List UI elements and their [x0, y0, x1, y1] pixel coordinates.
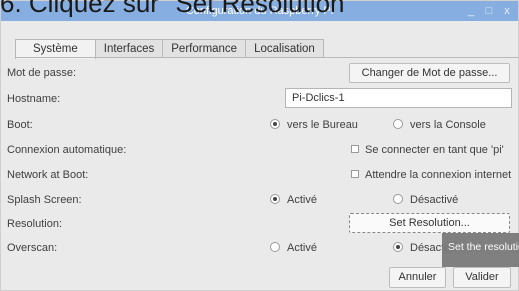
radio-selected-icon — [393, 242, 403, 252]
tutorial-caption: 6. Cliquez sur "Set Resolution" — [0, 0, 354, 17]
hostname-input[interactable]: Pi-Dclics-1 — [285, 88, 512, 108]
boot-desktop-label: vers le Bureau — [287, 119, 358, 131]
boot-desktop-radio[interactable]: vers le Bureau — [270, 118, 358, 132]
tab-systeme[interactable]: Système — [15, 39, 96, 59]
ok-button[interactable]: Valider — [453, 267, 511, 288]
tab-bar: Système Interfaces Performance Localisat… — [15, 39, 324, 59]
splash-disabled-label: Désactivé — [410, 194, 459, 206]
set-resolution-button[interactable]: Set Resolution... — [349, 213, 510, 233]
checkbox-icon — [351, 145, 359, 153]
resolution-label: Resolution: — [7, 218, 63, 230]
overscan-enabled-radio[interactable]: Activé — [270, 241, 317, 255]
overscan-label: Overscan: — [7, 242, 58, 254]
tab-performance[interactable]: Performance — [162, 39, 247, 58]
password-label: Mot de passe: — [7, 67, 77, 79]
splash-disabled-radio[interactable]: Désactivé — [393, 193, 458, 207]
hostname-label: Hostname: — [7, 93, 61, 105]
boot-label: Boot: — [7, 119, 33, 131]
radio-unselected-icon — [393, 194, 403, 204]
resolution-tooltip: Set the resolution — [442, 233, 519, 267]
boot-console-label: vers la Console — [410, 119, 486, 131]
radio-unselected-icon — [270, 242, 280, 252]
tab-interfaces[interactable]: Interfaces — [94, 39, 164, 58]
splash-enabled-radio[interactable]: Activé — [270, 193, 317, 207]
splash-label: Splash Screen: — [7, 194, 82, 206]
autologin-checkbox[interactable]: Se connecter en tant que 'pi' — [351, 143, 504, 157]
radio-selected-icon — [270, 194, 280, 204]
checkbox-icon — [351, 170, 359, 178]
network-boot-checkbox-label: Attendre la connexion internet — [365, 169, 512, 181]
boot-console-radio[interactable]: vers la Console — [393, 118, 486, 132]
tab-localisation[interactable]: Localisation — [245, 39, 324, 58]
cancel-button[interactable]: Annuler — [389, 267, 446, 288]
splash-enabled-label: Activé — [287, 194, 317, 206]
autologin-label: Connexion automatique: — [7, 144, 127, 156]
overscan-enabled-label: Activé — [287, 242, 317, 254]
network-boot-checkbox[interactable]: Attendre la connexion internet — [351, 168, 511, 182]
radio-selected-icon — [270, 119, 280, 129]
autologin-checkbox-label: Se connecter en tant que 'pi' — [365, 144, 504, 156]
radio-unselected-icon — [393, 119, 403, 129]
network-boot-label: Network at Boot: — [7, 169, 89, 181]
config-window: Configuration du Raspberry Pi _ □ x Syst… — [0, 0, 519, 291]
change-password-button[interactable]: Changer de Mot de passe... — [349, 63, 510, 83]
